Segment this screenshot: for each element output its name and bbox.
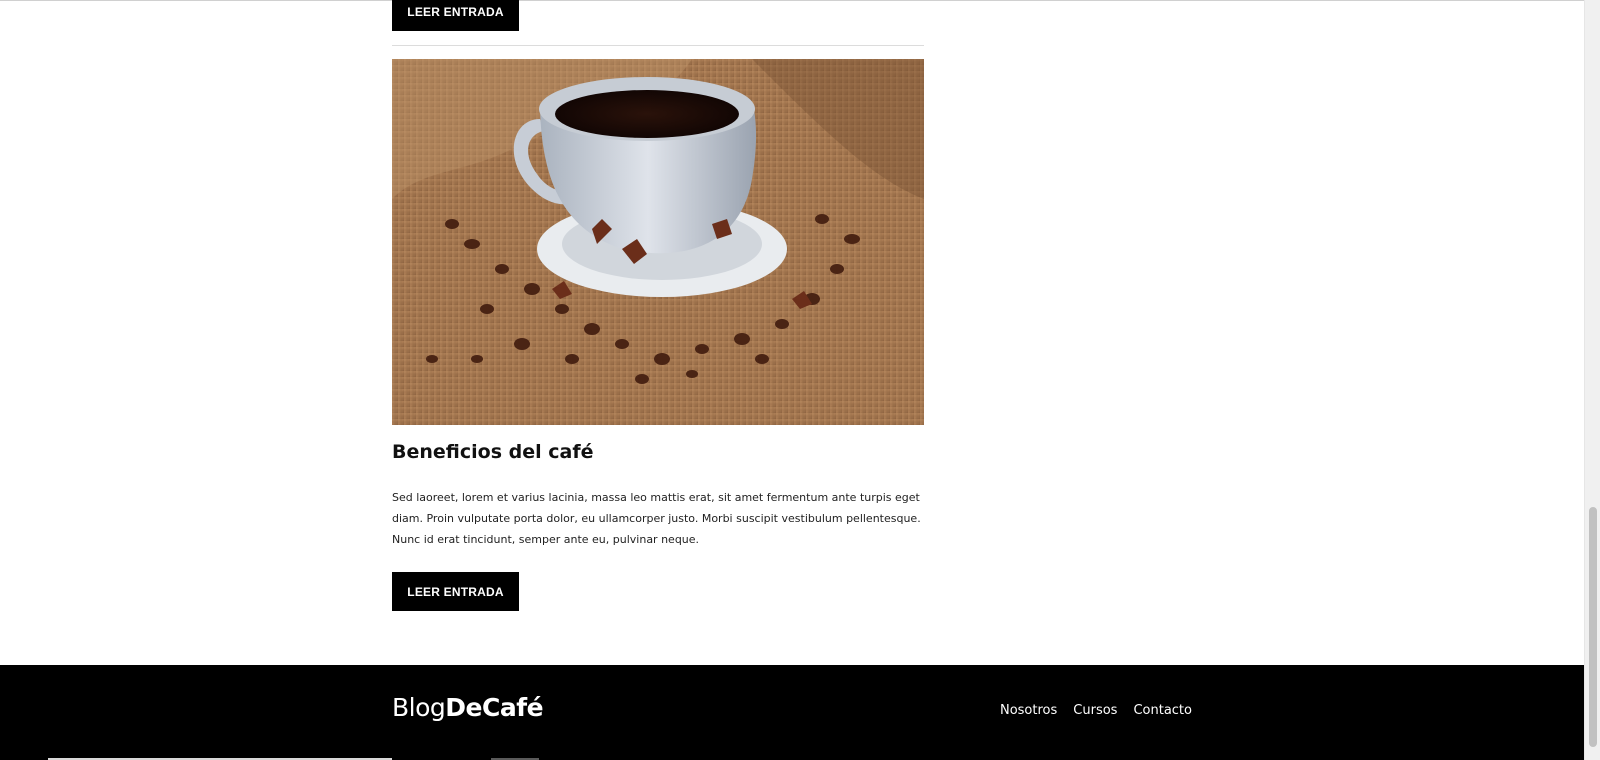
coffee-surface <box>555 90 739 138</box>
footer-nav: Nosotros Cursos Contacto <box>1000 703 1192 718</box>
vertical-scrollbar[interactable] <box>1584 0 1600 760</box>
site-footer: BlogDeCafé Nosotros Cursos Contacto <box>0 665 1584 760</box>
footer-nav-nosotros[interactable]: Nosotros <box>1000 703 1057 718</box>
footer-nav-cursos[interactable]: Cursos <box>1073 703 1117 718</box>
footer-logo[interactable]: BlogDeCafé <box>392 693 544 722</box>
top-border <box>0 0 1584 1</box>
post-image-coffee[interactable] <box>392 59 924 425</box>
read-entry-button[interactable]: LEER ENTRADA <box>392 572 519 611</box>
page-viewport: LEER ENTRADA Beneficios del café Sed lao… <box>0 0 1584 760</box>
footer-nav-contacto[interactable]: Contacto <box>1133 703 1192 718</box>
post-title[interactable]: Beneficios del café <box>392 441 924 463</box>
post-excerpt: Sed laoreet, lorem et varius lacinia, ma… <box>392 491 921 546</box>
logo-bold-text: DeCafé <box>445 693 544 722</box>
scrollbar-thumb[interactable] <box>1589 507 1597 747</box>
logo-light-text: Blog <box>392 693 446 722</box>
post-divider <box>392 45 924 46</box>
read-entry-button-previous[interactable]: LEER ENTRADA <box>392 0 519 31</box>
